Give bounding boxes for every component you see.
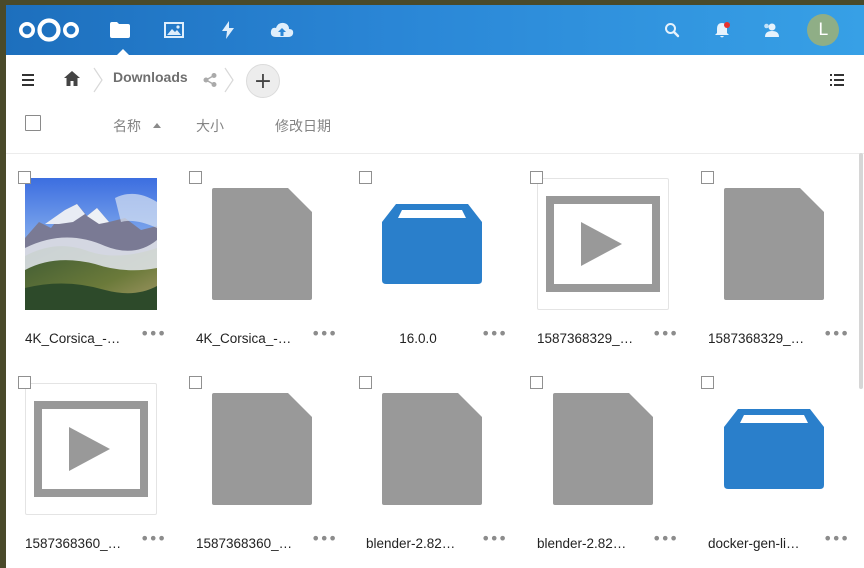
file-checkbox[interactable]	[701, 171, 714, 184]
file-tile[interactable]: 4K_Corsica_-… •••	[189, 171, 346, 368]
share-icon[interactable]	[202, 72, 218, 88]
file-tile[interactable]: 1587368360_… •••	[18, 376, 175, 568]
image-thumbnail[interactable]	[25, 178, 157, 310]
file-name[interactable]: 4K_Corsica_-…	[196, 331, 300, 346]
file-name[interactable]: blender-2.82…	[537, 536, 641, 551]
notifications-bell-icon[interactable]	[710, 5, 734, 55]
new-file-button[interactable]: +	[246, 64, 280, 98]
files-app-folder-icon[interactable]	[100, 5, 140, 55]
folder-icon[interactable]	[708, 383, 840, 515]
menu-hamburger-icon[interactable]	[20, 70, 38, 90]
upload-app-cloud-upload-icon[interactable]	[262, 5, 302, 55]
document-icon[interactable]	[366, 383, 498, 515]
file-tile[interactable]: blender-2.82… •••	[359, 376, 516, 568]
sort-by-size-column[interactable]: 大小	[196, 116, 224, 136]
app-window: L Downloads + 名称 大小 修改日期 4K_Corsica_-… •…	[6, 5, 864, 568]
file-actions-more-button[interactable]: •••	[311, 324, 337, 343]
file-actions-more-button[interactable]: •••	[140, 324, 166, 343]
file-checkbox[interactable]	[189, 376, 202, 389]
sort-by-name-column[interactable]: 名称	[113, 116, 141, 136]
document-icon[interactable]	[537, 383, 669, 515]
file-checkbox[interactable]	[18, 376, 31, 389]
file-checkbox[interactable]	[18, 171, 31, 184]
file-checkbox[interactable]	[189, 171, 202, 184]
file-name[interactable]: 16.0.0	[366, 331, 470, 346]
video-thumbnail[interactable]	[537, 178, 669, 310]
file-actions-more-button[interactable]: •••	[481, 529, 507, 548]
scrollbar[interactable]	[859, 153, 863, 389]
breadcrumb-current-folder[interactable]: Downloads	[113, 69, 188, 85]
select-all-checkbox[interactable]	[25, 115, 41, 131]
file-checkbox[interactable]	[701, 376, 714, 389]
file-checkbox[interactable]	[530, 171, 543, 184]
breadcrumb-separator-icon	[224, 67, 234, 93]
file-checkbox[interactable]	[530, 376, 543, 389]
breadcrumb-home-icon[interactable]	[62, 68, 82, 90]
file-tile[interactable]: 16.0.0 •••	[359, 171, 516, 368]
file-actions-more-button[interactable]: •••	[140, 529, 166, 548]
grid-list-view-toggle-icon[interactable]	[829, 72, 845, 88]
files-controls-bar: Downloads +	[6, 55, 864, 105]
file-name[interactable]: 1587368360_…	[25, 536, 129, 551]
sort-ascending-icon	[153, 123, 161, 128]
file-list-header: 名称 大小 修改日期	[6, 105, 864, 154]
file-tile[interactable]: 1587368360_… •••	[189, 376, 346, 568]
photos-app-image-icon[interactable]	[154, 5, 194, 55]
file-name[interactable]: 4K_Corsica_-…	[25, 331, 129, 346]
file-actions-more-button[interactable]: •••	[652, 324, 678, 343]
search-icon[interactable]	[660, 5, 684, 55]
document-icon[interactable]	[196, 383, 328, 515]
file-tile[interactable]: blender-2.82… •••	[530, 376, 687, 568]
file-name[interactable]: docker-gen-li…	[708, 536, 812, 551]
document-icon[interactable]	[708, 178, 840, 310]
activity-app-lightning-icon[interactable]	[208, 5, 248, 55]
video-thumbnail[interactable]	[25, 383, 157, 515]
document-icon[interactable]	[196, 178, 328, 310]
file-tile[interactable]: 1587368329_… •••	[701, 171, 858, 368]
file-name[interactable]: 1587368360_…	[196, 536, 300, 551]
nextcloud-logo-icon[interactable]	[18, 5, 80, 55]
file-actions-more-button[interactable]: •••	[311, 529, 337, 548]
user-avatar[interactable]: L	[807, 14, 839, 46]
file-name[interactable]: 1587368329_…	[537, 331, 641, 346]
file-checkbox[interactable]	[359, 376, 372, 389]
file-name[interactable]: 1587368329_…	[708, 331, 812, 346]
file-tile[interactable]: 1587368329_… •••	[530, 171, 687, 368]
file-tile[interactable]: docker-gen-li… •••	[701, 376, 858, 568]
sort-by-modified-column[interactable]: 修改日期	[275, 116, 331, 136]
file-name[interactable]: blender-2.82…	[366, 536, 470, 551]
file-actions-more-button[interactable]: •••	[652, 529, 678, 548]
breadcrumb-separator-icon	[93, 67, 103, 93]
file-actions-more-button[interactable]: •••	[481, 324, 507, 343]
folder-icon[interactable]	[366, 178, 498, 310]
top-header: L	[6, 5, 864, 55]
contacts-icon[interactable]	[760, 5, 784, 55]
file-actions-more-button[interactable]: •••	[823, 529, 849, 548]
file-actions-more-button[interactable]: •••	[823, 324, 849, 343]
file-tile[interactable]: 4K_Corsica_-… •••	[18, 171, 175, 368]
file-checkbox[interactable]	[359, 171, 372, 184]
